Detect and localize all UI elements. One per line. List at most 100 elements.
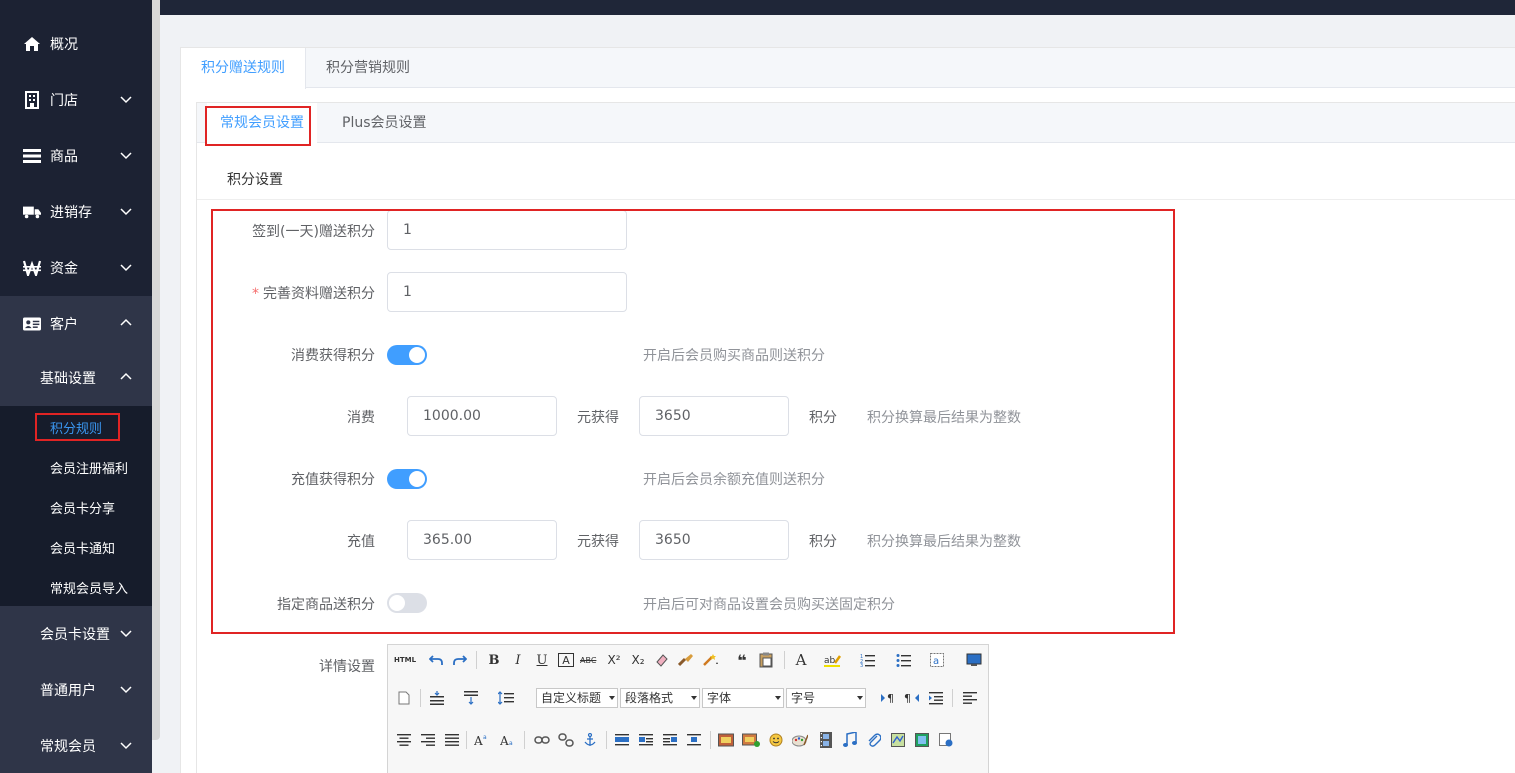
image-left-icon[interactable] bbox=[638, 730, 654, 750]
format-brush-icon[interactable] bbox=[678, 650, 694, 670]
subscript-icon[interactable]: X₂ bbox=[630, 650, 646, 670]
align-justify-icon[interactable] bbox=[444, 730, 460, 750]
eraser-icon[interactable] bbox=[654, 650, 670, 670]
nav-label: 客户 bbox=[50, 317, 78, 333]
highlight-box-menu bbox=[35, 413, 120, 441]
line-height-icon[interactable] bbox=[498, 688, 514, 708]
tab-points-marketing[interactable]: 积分营销规则 bbox=[326, 48, 410, 88]
ltr-direction-icon[interactable]: ¶ bbox=[880, 688, 896, 708]
chevron-down-icon bbox=[119, 148, 133, 162]
highlight-color-icon[interactable]: ab bbox=[824, 650, 842, 670]
align-right-icon[interactable] bbox=[420, 730, 436, 750]
preview-icon[interactable] bbox=[966, 650, 982, 670]
italic-icon[interactable]: I bbox=[510, 650, 526, 670]
rich-text-editor[interactable]: HTML B I U A ABC X² X₂ ❝ A ab 123 a 自定义标… bbox=[387, 644, 989, 773]
font-color-icon[interactable]: A bbox=[793, 650, 809, 670]
nav-normal-users[interactable]: 普通用户 bbox=[0, 662, 152, 718]
nav-label: 门店 bbox=[50, 93, 78, 109]
new-document-icon[interactable] bbox=[396, 688, 412, 708]
submenu-member-import[interactable]: 常规会员导入 bbox=[50, 578, 128, 597]
chevron-down-icon bbox=[857, 696, 863, 700]
image-center-icon[interactable] bbox=[686, 730, 702, 750]
detail-label: 详情设置 bbox=[319, 659, 375, 675]
map-icon[interactable] bbox=[890, 730, 906, 750]
select-all-icon[interactable]: a bbox=[929, 650, 945, 670]
custom-title-select[interactable]: 自定义标题 bbox=[536, 688, 618, 708]
nav-store[interactable]: 门店 bbox=[0, 72, 152, 128]
paste-text-icon[interactable] bbox=[758, 650, 774, 670]
nav-base-settings[interactable]: 基础设置 bbox=[0, 350, 152, 406]
quote-icon[interactable]: ❝ bbox=[734, 650, 750, 670]
truck-icon bbox=[23, 203, 41, 221]
magic-wand-icon[interactable] bbox=[702, 650, 720, 670]
sidebar: 概况 门店 商品 进销存 资金 客户 基础设置 积分规则 会员注册福利 会员卡分… bbox=[0, 0, 152, 773]
underline-icon[interactable]: U bbox=[534, 650, 550, 670]
align-left-icon[interactable] bbox=[962, 688, 978, 708]
unlink-icon[interactable] bbox=[558, 730, 574, 750]
attachment-icon[interactable] bbox=[866, 730, 882, 750]
indent-icon[interactable] bbox=[928, 688, 944, 708]
select-value: 段落格式 bbox=[625, 691, 674, 705]
multi-image-icon[interactable] bbox=[742, 730, 760, 750]
submenu-card-share[interactable]: 会员卡分享 bbox=[50, 498, 115, 517]
list-icon bbox=[23, 147, 41, 165]
image-right-icon[interactable] bbox=[662, 730, 678, 750]
row-spacing-top-icon[interactable] bbox=[430, 688, 446, 708]
insert-video-icon[interactable] bbox=[818, 730, 834, 750]
anchor-icon[interactable] bbox=[582, 730, 598, 750]
nav-goods[interactable]: 商品 bbox=[0, 128, 152, 184]
scrawl-icon[interactable] bbox=[792, 730, 808, 750]
image-none-icon[interactable] bbox=[614, 730, 630, 750]
align-center-icon[interactable] bbox=[396, 730, 412, 750]
emotion-icon[interactable] bbox=[768, 730, 784, 750]
tab-plus-member[interactable]: Plus会员设置 bbox=[342, 103, 427, 143]
chevron-up-icon bbox=[119, 370, 133, 384]
submenu-register-benefits[interactable]: 会员注册福利 bbox=[50, 458, 128, 477]
nav-label: 常规会员 bbox=[40, 739, 96, 755]
divider bbox=[197, 199, 1515, 200]
chevron-up-icon bbox=[119, 316, 133, 330]
top-bar bbox=[160, 0, 1515, 15]
ordered-list-icon[interactable]: 123 bbox=[860, 650, 876, 670]
link-icon[interactable] bbox=[534, 730, 550, 750]
nav-inventory[interactable]: 进销存 bbox=[0, 184, 152, 240]
chevron-down-icon bbox=[119, 204, 133, 218]
bold-icon[interactable]: B bbox=[486, 650, 502, 670]
unordered-list-icon[interactable] bbox=[896, 650, 912, 670]
insert-frame-icon[interactable] bbox=[938, 730, 954, 750]
rtl-direction-icon[interactable]: ¶ bbox=[904, 688, 920, 708]
sidebar-scrollbar[interactable] bbox=[152, 0, 160, 740]
nav-funds[interactable]: 资金 bbox=[0, 240, 152, 296]
svg-text:a: a bbox=[509, 740, 513, 747]
paragraph-format-select[interactable]: 段落格式 bbox=[620, 688, 700, 708]
toolbar-separator bbox=[710, 731, 711, 749]
superscript-icon[interactable]: X² bbox=[606, 650, 622, 670]
redo-icon[interactable] bbox=[452, 650, 468, 670]
nav-overview[interactable]: 概况 bbox=[0, 16, 152, 72]
uppercase-icon[interactable]: Aa bbox=[474, 730, 490, 750]
strikethrough-icon[interactable]: ABC bbox=[580, 650, 596, 670]
nav-customer[interactable]: 客户 bbox=[0, 296, 152, 352]
tab-points-gift[interactable]: 积分赠送规则 bbox=[181, 48, 306, 89]
row-spacing-bottom-icon[interactable] bbox=[464, 688, 480, 708]
insert-image-icon[interactable] bbox=[718, 730, 734, 750]
undo-icon[interactable] bbox=[428, 650, 444, 670]
font-border-icon[interactable]: A bbox=[558, 653, 574, 667]
submenu-card-notify[interactable]: 会员卡通知 bbox=[50, 538, 115, 557]
insert-music-icon[interactable] bbox=[842, 730, 858, 750]
html-source-icon[interactable]: HTML bbox=[394, 650, 416, 670]
nav-label: 概况 bbox=[50, 37, 78, 53]
font-size-select[interactable]: 字号 bbox=[786, 688, 866, 708]
nav-regular-members[interactable]: 常规会员 bbox=[0, 718, 152, 773]
select-value: 字号 bbox=[791, 691, 816, 705]
nav-label: 商品 bbox=[50, 149, 78, 165]
nav-card-settings[interactable]: 会员卡设置 bbox=[0, 606, 152, 662]
google-map-icon[interactable] bbox=[914, 730, 930, 750]
font-family-select[interactable]: 字体 bbox=[702, 688, 784, 708]
highlight-box-tab bbox=[205, 106, 311, 146]
editor-toolbar-row-2: 自定义标题 段落格式 字体 字号 ¶ ¶ bbox=[388, 688, 988, 718]
select-value: 字体 bbox=[707, 691, 732, 705]
nav-label: 资金 bbox=[50, 261, 78, 277]
nav-label: 进销存 bbox=[50, 205, 92, 221]
lowercase-icon[interactable]: Aa bbox=[500, 730, 516, 750]
